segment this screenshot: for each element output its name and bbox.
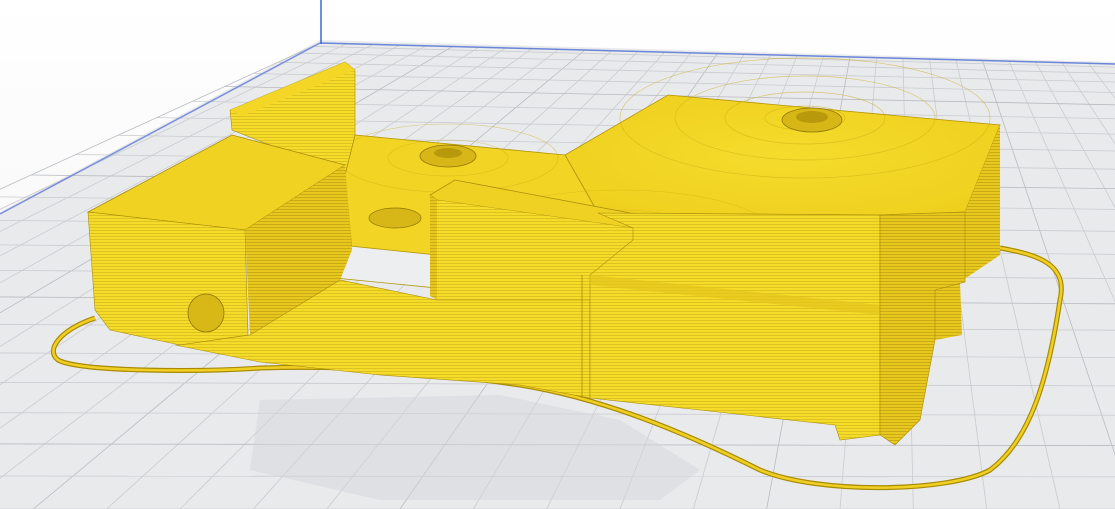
side-hole-left	[187, 293, 225, 333]
center-wall-front	[430, 195, 437, 300]
3d-viewport[interactable]	[0, 0, 1115, 509]
left-block-front	[87, 211, 249, 346]
build-scene[interactable]	[0, 0, 1115, 509]
